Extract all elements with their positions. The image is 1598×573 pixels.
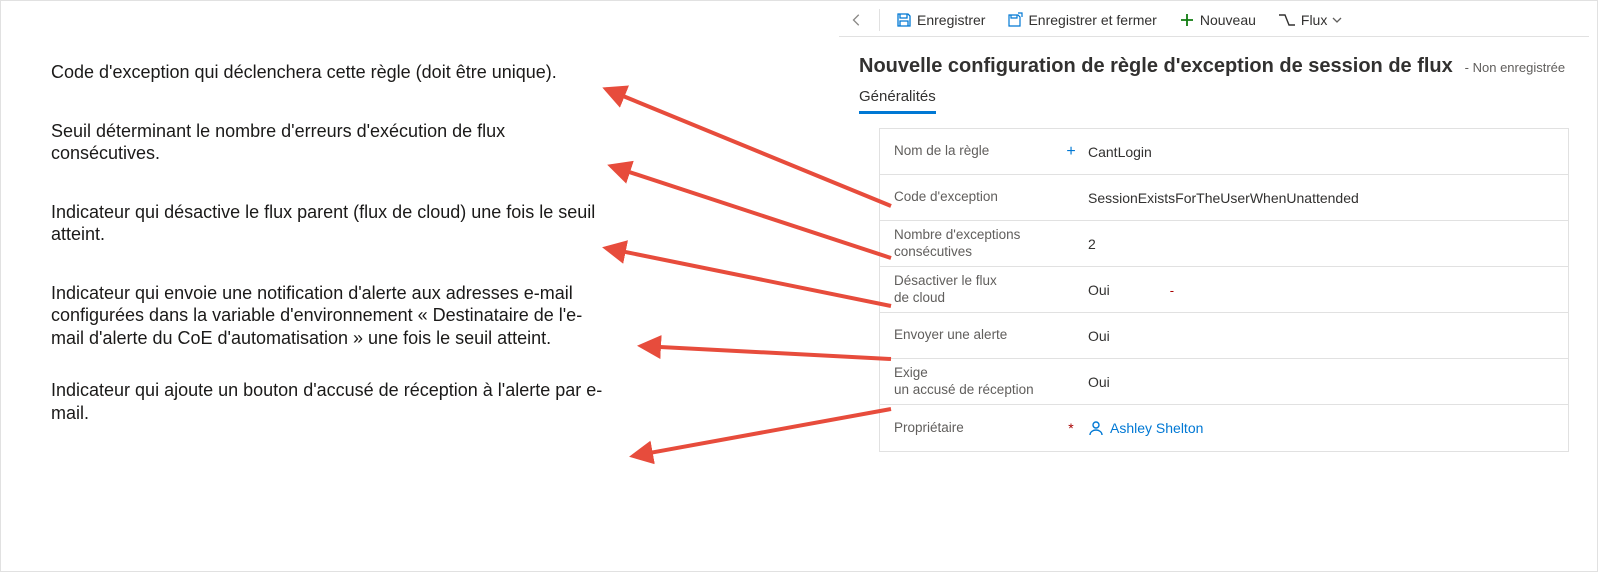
row-consecutive: Nombre d'exceptionsconsécutives 2 (880, 221, 1568, 267)
value-disable-flow[interactable]: Oui- (1078, 282, 1554, 298)
row-rule-name: Nom de la règle + CantLogin (880, 129, 1568, 175)
flow-button[interactable]: Flux (1272, 10, 1348, 30)
label-disable-flow: Désactiver le fluxde cloud (894, 273, 1064, 305)
form-body: Nom de la règle + CantLogin Code d'excep… (879, 128, 1569, 452)
value-rule-name[interactable]: CantLogin (1078, 144, 1554, 160)
row-send-alert: Envoyer une alerte Oui (880, 313, 1568, 359)
label-require-ack: Exigeun accusé de réception (894, 365, 1064, 397)
owner-name: Ashley Shelton (1110, 420, 1203, 436)
label-owner: Propriétaire (894, 420, 1064, 436)
command-bar: Enregistrer Enregistrer et fermer Nouvea… (839, 3, 1589, 37)
chevron-down-icon (1332, 15, 1342, 25)
annotation-exception-code: Code d'exception qui déclenchera cette r… (51, 61, 611, 84)
tab-general[interactable]: Généralités (859, 88, 936, 114)
row-require-ack: Exigeun accusé de réception Oui (880, 359, 1568, 405)
form-panel: Enregistrer Enregistrer et fermer Nouvea… (839, 3, 1589, 563)
tab-strip: Généralités (839, 82, 1589, 114)
divider (879, 9, 880, 31)
label-send-alert: Envoyer une alerte (894, 327, 1064, 343)
required-mark: * (1064, 420, 1078, 436)
row-disable-flow: Désactiver le fluxde cloud Oui- (880, 267, 1568, 313)
annotation-list: Code d'exception qui déclenchera cette r… (51, 61, 611, 460)
label-exception-code: Code d'exception (894, 189, 1064, 205)
label-rule-name: Nom de la règle (894, 143, 1064, 159)
save-button[interactable]: Enregistrer (890, 10, 991, 30)
annotation-disable-flow: Indicateur qui désactive le flux parent … (51, 201, 611, 246)
value-owner[interactable]: Ashley Shelton (1078, 420, 1554, 436)
annotation-threshold: Seuil déterminant le nombre d'erreurs d'… (51, 120, 611, 165)
annotation-require-ack: Indicateur qui ajoute un bouton d'accusé… (51, 379, 611, 424)
save-icon (896, 12, 912, 28)
value-send-alert[interactable]: Oui (1078, 328, 1554, 344)
label-consecutive: Nombre d'exceptionsconsécutives (894, 227, 1064, 259)
value-exception-code[interactable]: SessionExistsForTheUserWhenUnattended (1078, 190, 1554, 206)
save-close-button[interactable]: Enregistrer et fermer (1001, 10, 1162, 30)
row-exception-code: Code d'exception SessionExistsForTheUser… (880, 175, 1568, 221)
value-consecutive[interactable]: 2 (1078, 236, 1554, 252)
plus-icon (1179, 12, 1195, 28)
save-close-label: Enregistrer et fermer (1028, 12, 1156, 28)
person-icon (1088, 420, 1104, 436)
form-header: Nouvelle configuration de règle d'except… (839, 37, 1589, 82)
save-close-icon (1007, 12, 1023, 28)
page-title: Nouvelle configuration de règle d'except… (859, 55, 1453, 77)
flow-icon (1278, 12, 1296, 28)
unsaved-badge: - Non enregistrée (1465, 60, 1565, 75)
flow-label: Flux (1301, 12, 1327, 28)
value-require-ack[interactable]: Oui (1078, 374, 1554, 390)
annotation-send-alert: Indicateur qui envoie une notification d… (51, 282, 611, 350)
save-label: Enregistrer (917, 12, 985, 28)
new-label: Nouveau (1200, 12, 1256, 28)
back-button[interactable] (845, 8, 869, 32)
arrow-left-icon (850, 13, 864, 27)
row-owner: Propriétaire * Ashley Shelton (880, 405, 1568, 451)
new-button[interactable]: Nouveau (1173, 10, 1262, 30)
recommended-mark: + (1064, 143, 1078, 161)
